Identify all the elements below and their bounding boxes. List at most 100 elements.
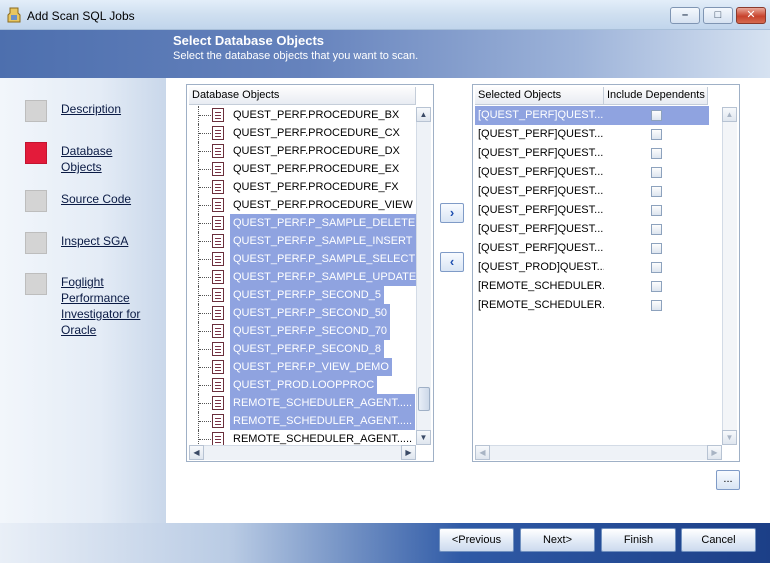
procedure-icon bbox=[212, 162, 224, 176]
selected-object-row[interactable]: [QUEST_PERF]QUEST... bbox=[475, 163, 709, 182]
vertical-scrollbar[interactable]: ▲ ▼ bbox=[416, 107, 431, 445]
tree-item[interactable]: QUEST_PERF.P_SAMPLE_INSERT bbox=[189, 232, 416, 250]
tree-item-label: QUEST_PERF.P_SECOND_70 bbox=[230, 322, 391, 340]
tree-item[interactable]: QUEST_PERF.P_SAMPLE_SELECT bbox=[189, 250, 419, 268]
scroll-right-button[interactable]: ▶ bbox=[707, 445, 722, 460]
selected-object-row[interactable]: [QUEST_PERF]QUEST... bbox=[475, 106, 709, 125]
tree-item[interactable]: QUEST_PERF.P_SECOND_5 bbox=[189, 286, 415, 304]
tree-item[interactable]: QUEST_PERF.P_SECOND_50 bbox=[189, 304, 415, 322]
selected-object-row[interactable]: [QUEST_PERF]QUEST... bbox=[475, 144, 709, 163]
procedure-icon bbox=[212, 252, 224, 266]
minimize-button[interactable]: – bbox=[670, 7, 700, 24]
selected-object-label: [QUEST_PERF]QUEST... bbox=[478, 242, 604, 254]
more-options-button[interactable]: ... bbox=[716, 470, 740, 490]
scroll-thumb[interactable] bbox=[418, 387, 430, 411]
procedure-icon bbox=[212, 324, 224, 338]
include-dependents-checkbox[interactable] bbox=[651, 281, 662, 292]
database-objects-list[interactable]: Database Objects QUEST_PERF.PROCEDURE_BX… bbox=[186, 84, 434, 462]
tree-connector bbox=[199, 439, 211, 440]
tree-item-label: QUEST_PERF.PROCEDURE_DX bbox=[233, 145, 400, 157]
selected-object-row[interactable]: [QUEST_PERF]QUEST... bbox=[475, 239, 709, 258]
procedure-icon bbox=[212, 198, 224, 212]
tree-connector bbox=[199, 385, 211, 386]
include-dependents-checkbox[interactable] bbox=[651, 300, 662, 311]
tree-item-label: QUEST_PERF.P_SAMPLE_DELETE bbox=[230, 214, 419, 232]
include-dependents-checkbox[interactable] bbox=[651, 224, 662, 235]
selected-object-label: [REMOTE_SCHEDULER... bbox=[478, 299, 604, 311]
include-dependents-checkbox[interactable] bbox=[651, 167, 662, 178]
include-dependents-checkbox[interactable] bbox=[651, 110, 662, 121]
scroll-down-button[interactable]: ▼ bbox=[416, 430, 431, 445]
horizontal-scrollbar[interactable]: ◀ ▶ bbox=[189, 445, 416, 460]
tree-item[interactable]: QUEST_PERF.PROCEDURE_BX bbox=[189, 106, 415, 124]
tree-item[interactable]: REMOTE_SCHEDULER_AGENT..... bbox=[189, 412, 416, 430]
maximize-button[interactable]: □ bbox=[703, 7, 733, 24]
finish-button[interactable]: Finish bbox=[601, 528, 676, 552]
tree-item-label: QUEST_PERF.P_SAMPLE_UPDATE bbox=[230, 268, 420, 286]
horizontal-scrollbar[interactable]: ◀ ▶ bbox=[475, 445, 722, 460]
tree-item[interactable]: REMOTE_SCHEDULER_AGENT..... bbox=[189, 394, 416, 412]
include-dependents-checkbox[interactable] bbox=[651, 243, 662, 254]
tree-item[interactable]: QUEST_PERF.PROCEDURE_DX bbox=[189, 142, 415, 160]
tree-item-label: QUEST_PERF.P_SAMPLE_INSERT bbox=[230, 232, 416, 250]
app-icon bbox=[7, 7, 21, 23]
tree-item-label: QUEST_PERF.P_SAMPLE_SELECT bbox=[230, 250, 419, 268]
scroll-up-button[interactable]: ▲ bbox=[416, 107, 431, 122]
selected-object-row[interactable]: [QUEST_PERF]QUEST... bbox=[475, 125, 709, 144]
add-selected-button[interactable]: › bbox=[440, 203, 464, 223]
selected-object-row[interactable]: [QUEST_PERF]QUEST... bbox=[475, 201, 709, 220]
selected-object-row[interactable]: [QUEST_PERF]QUEST... bbox=[475, 182, 709, 201]
tree-item[interactable]: QUEST_PERF.P_SECOND_8 bbox=[189, 340, 415, 358]
procedure-icon bbox=[212, 216, 224, 230]
selected-object-row[interactable]: [QUEST_PERF]QUEST... bbox=[475, 220, 709, 239]
scroll-left-button[interactable]: ◀ bbox=[475, 445, 490, 460]
vertical-scrollbar[interactable]: ▲ ▼ bbox=[722, 107, 737, 445]
tree-item[interactable]: QUEST_PERF.P_SAMPLE_DELETE bbox=[189, 214, 419, 232]
tree-item-label: QUEST_PERF.P_SECOND_5 bbox=[230, 286, 384, 304]
selected-object-row[interactable]: [REMOTE_SCHEDULER... bbox=[475, 296, 709, 315]
scroll-left-button[interactable]: ◀ bbox=[189, 445, 204, 460]
tree-connector bbox=[199, 277, 211, 278]
tree-item[interactable]: QUEST_PERF.PROCEDURE_FX bbox=[189, 178, 415, 196]
scroll-up-button[interactable]: ▲ bbox=[722, 107, 737, 122]
tree-connector bbox=[199, 115, 211, 116]
selected-object-row[interactable]: [REMOTE_SCHEDULER... bbox=[475, 277, 709, 296]
remove-selected-button[interactable]: ‹ bbox=[440, 252, 464, 272]
step-indicator bbox=[25, 232, 47, 254]
close-button[interactable]: ✕ bbox=[736, 7, 766, 24]
column-header-database-objects[interactable]: Database Objects bbox=[189, 87, 416, 105]
procedure-icon bbox=[212, 342, 224, 356]
tree-item[interactable]: QUEST_PERF.P_VIEW_DEMO bbox=[189, 358, 415, 376]
selected-object-label: [QUEST_PERF]QUEST... bbox=[478, 147, 604, 159]
tree-item[interactable]: QUEST_PERF.PROCEDURE_VIEW bbox=[189, 196, 415, 214]
tree-item-label: QUEST_PERF.PROCEDURE_VIEW bbox=[233, 199, 413, 211]
step-label: Description bbox=[61, 102, 122, 116]
previous-button[interactable]: <Previous bbox=[439, 528, 514, 552]
include-dependents-checkbox[interactable] bbox=[651, 262, 662, 273]
tree-item-label: QUEST_PERF.P_VIEW_DEMO bbox=[230, 358, 392, 376]
scroll-right-button[interactable]: ▶ bbox=[401, 445, 416, 460]
tree-item[interactable]: QUEST_PERF.PROCEDURE_EX bbox=[189, 160, 415, 178]
column-header-selected-objects[interactable]: Selected Objects bbox=[475, 87, 604, 105]
include-dependents-checkbox[interactable] bbox=[651, 205, 662, 216]
tree-item[interactable]: QUEST_PERF.PROCEDURE_CX bbox=[189, 124, 415, 142]
include-dependents-checkbox[interactable] bbox=[651, 186, 662, 197]
step-label: Foglight Performance Investigator for Or… bbox=[61, 275, 141, 337]
column-header-include-dependents[interactable]: Include Dependents bbox=[604, 87, 708, 105]
tree-item[interactable]: QUEST_PERF.P_SAMPLE_UPDATE bbox=[189, 268, 420, 286]
procedure-icon bbox=[212, 270, 224, 284]
selected-objects-list[interactable]: Selected Objects Include Dependents [QUE… bbox=[472, 84, 740, 462]
tree-item[interactable]: QUEST_PERF.P_SECOND_70 bbox=[189, 322, 415, 340]
selected-object-row[interactable]: [QUEST_PROD]QUEST... bbox=[475, 258, 709, 277]
include-dependents-checkbox[interactable] bbox=[651, 148, 662, 159]
procedure-icon bbox=[212, 396, 224, 410]
next-button[interactable]: Next> bbox=[520, 528, 595, 552]
procedure-icon bbox=[212, 360, 224, 374]
scroll-down-button[interactable]: ▼ bbox=[722, 430, 737, 445]
tree-item-label: QUEST_PERF.P_SECOND_8 bbox=[230, 340, 384, 358]
step-indicator bbox=[25, 190, 47, 212]
tree-item[interactable]: QUEST_PROD.LOOPPROC bbox=[189, 376, 415, 394]
include-dependents-checkbox[interactable] bbox=[651, 129, 662, 140]
cancel-button[interactable]: Cancel bbox=[681, 528, 756, 552]
selected-object-label: [QUEST_PERF]QUEST... bbox=[478, 128, 604, 140]
